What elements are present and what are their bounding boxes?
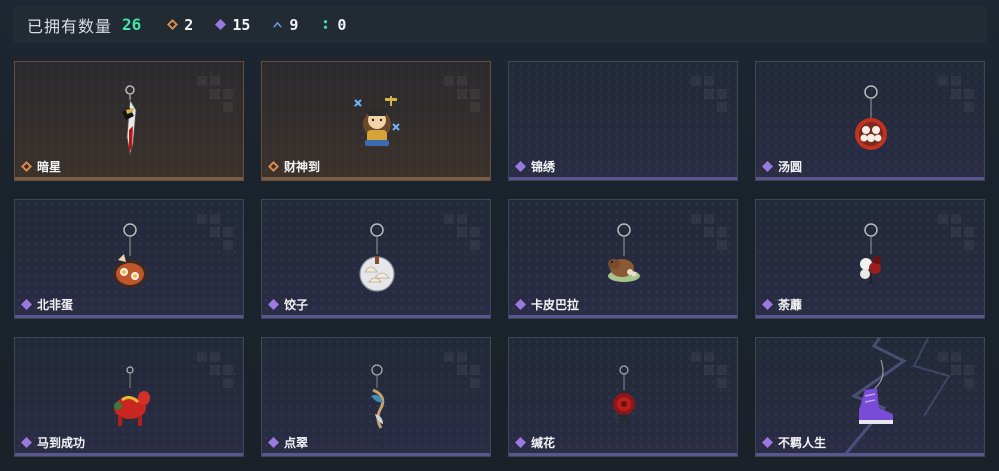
charm-card[interactable]: 锦绣 <box>508 61 738 181</box>
red-rose-charm-icon <box>594 358 654 438</box>
charm-name: 点翠 <box>268 434 308 451</box>
rarity-stat-blue: 9 <box>272 16 298 34</box>
charm-name: 饺子 <box>268 296 308 313</box>
purple-diamond-icon <box>762 437 773 448</box>
charm-name: 暗星 <box>21 158 61 175</box>
rarity-stat-orange-value: 2 <box>184 15 194 34</box>
rarity-stat-orange: 2 <box>167 16 193 34</box>
charm-card[interactable]: 汤圆 <box>755 61 985 181</box>
charm-card[interactable]: 不羁人生 <box>755 337 985 457</box>
purple-diamond-icon <box>268 437 279 448</box>
teal-dots-icon <box>324 20 328 29</box>
charm-name: 荼蘼 <box>762 296 802 313</box>
rarity-stat-purple: 15 <box>215 16 250 34</box>
charm-name: 缄花 <box>515 434 555 451</box>
owned-count-header: 已拥有数量 26 2 15 9 0 <box>13 6 987 43</box>
blue-chevron-icon <box>273 21 283 28</box>
rarity-stat-teal-value: 0 <box>337 15 347 34</box>
red-horse-charm-icon <box>100 358 160 438</box>
charm-card[interactable]: 暗星 <box>14 61 244 181</box>
flower-bouquet-charm-icon <box>841 220 901 300</box>
charm-card[interactable]: 点翠 <box>261 337 491 457</box>
owned-count-title: 已拥有数量 <box>27 16 113 36</box>
dagger-charm-icon <box>100 82 160 162</box>
charm-card[interactable]: 饺子 <box>261 199 491 319</box>
fortune-god-charm-icon <box>347 82 407 162</box>
purple-diamond-icon <box>268 299 279 310</box>
purple-diamond-icon <box>21 299 32 310</box>
rarity-stat-teal: 0 <box>320 16 346 34</box>
orange-diamond-icon <box>268 161 279 172</box>
charm-name: 汤圆 <box>762 158 802 175</box>
rarity-stat-blue-value: 9 <box>289 15 299 34</box>
orange-diamond-icon <box>167 19 179 30</box>
purple-diamond-icon <box>762 299 773 310</box>
charm-card[interactable]: 马到成功 <box>14 337 244 457</box>
orange-diamond-icon <box>21 161 32 172</box>
purple-diamond-icon <box>762 161 773 172</box>
phoenix-hairpin-charm-icon <box>347 358 407 438</box>
purple-diamond-icon <box>215 19 227 30</box>
charm-name: 不羁人生 <box>762 434 826 451</box>
charm-card[interactable]: 缄花 <box>508 337 738 457</box>
charm-name: 财神到 <box>268 158 320 175</box>
charm-name: 卡皮巴拉 <box>515 296 579 313</box>
shakshuka-pan-charm-icon <box>100 220 160 300</box>
charm-name: 马到成功 <box>21 434 85 451</box>
charm-card[interactable]: 北非蛋 <box>14 199 244 319</box>
tangyuan-bowl-charm-icon <box>841 82 901 162</box>
charm-card[interactable]: 荼蘼 <box>755 199 985 319</box>
rarity-stat-purple-value: 15 <box>232 15 251 34</box>
charm-name: 北非蛋 <box>21 296 73 313</box>
purple-diamond-icon <box>21 437 32 448</box>
purple-diamond-icon <box>515 437 526 448</box>
purple-diamond-icon <box>515 299 526 310</box>
charm-name: 锦绣 <box>515 158 555 175</box>
purple-sneaker-charm-icon <box>841 358 901 438</box>
capybara-charm-icon <box>594 220 654 300</box>
owned-count-total: 26 <box>122 15 142 34</box>
dumpling-plate-charm-icon <box>347 220 407 300</box>
charm-card[interactable]: 财神到 <box>261 61 491 181</box>
purple-diamond-icon <box>515 161 526 172</box>
charm-card[interactable]: 卡皮巴拉 <box>508 199 738 319</box>
